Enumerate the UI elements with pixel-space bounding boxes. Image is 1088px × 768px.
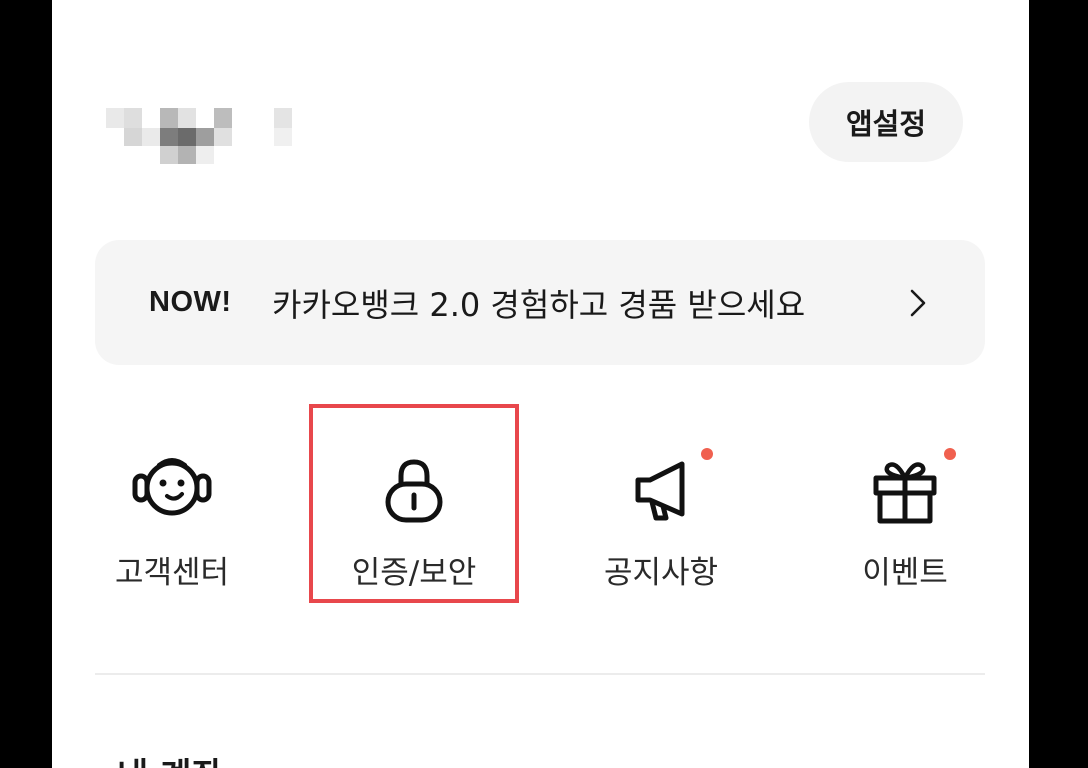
section-divider <box>95 673 985 675</box>
gift-icon <box>873 462 937 524</box>
chevron-right-icon <box>910 289 926 317</box>
next-section-title: 내 계좌 <box>117 748 223 768</box>
megaphone-icon <box>635 461 685 521</box>
promo-banner[interactable]: NOW! 카카오뱅크 2.0 경험하고 경품 받으세요 <box>95 240 985 365</box>
shortcut-notices[interactable]: 공지사항 <box>554 415 768 600</box>
shortcut-customer-center[interactable]: 고객센터 <box>65 415 279 600</box>
app-screen: 앱설정 NOW! 카카오뱅크 2.0 경험하고 경품 받으세요 고객센터 인증/… <box>52 0 1029 768</box>
shortcut-events[interactable]: 이벤트 <box>798 415 1012 600</box>
shortcut-label: 공지사항 <box>603 555 719 591</box>
banner-text: 카카오뱅크 2.0 경험하고 경품 받으세요 <box>272 285 806 324</box>
shortcut-label: 고객센터 <box>114 555 230 591</box>
highlight-box <box>309 404 519 603</box>
headset-face-icon <box>132 458 212 516</box>
new-badge-dot <box>944 448 956 460</box>
shortcut-label: 이벤트 <box>862 555 948 591</box>
app-settings-button[interactable]: 앱설정 <box>809 82 963 162</box>
new-badge-dot <box>701 448 713 460</box>
banner-badge: NOW! <box>149 286 232 318</box>
